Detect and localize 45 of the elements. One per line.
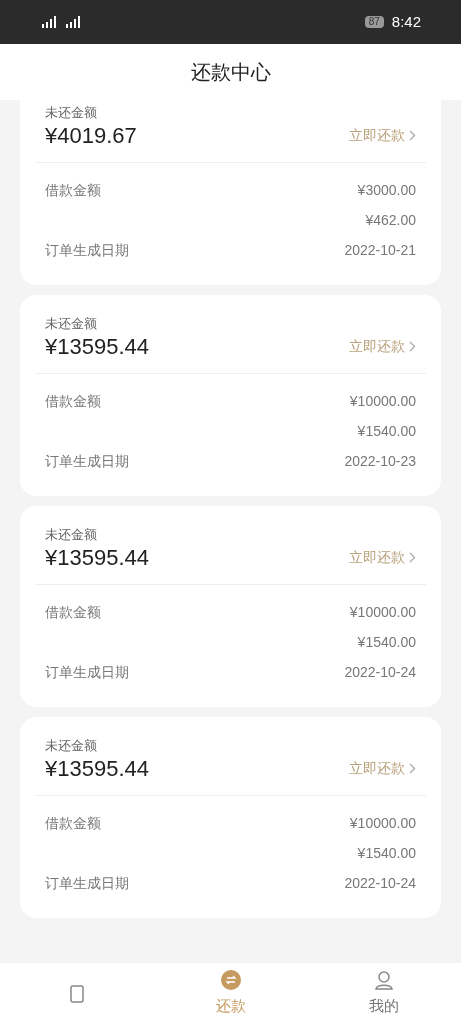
row-value: 2022-10-24 — [344, 662, 416, 682]
chevron-right-icon — [409, 552, 416, 563]
signal-icon — [64, 16, 80, 28]
row-value: 2022-10-24 — [344, 873, 416, 893]
row-value: 2022-10-23 — [344, 451, 416, 471]
tab-item[interactable]: 我的 — [307, 963, 461, 1024]
row-label: 订单生成日期 — [45, 873, 129, 893]
clock-time: 8:42 — [391, 11, 421, 32]
outstanding-label: 未还金额 — [45, 526, 98, 544]
outstanding-label: 未还金额 — [45, 104, 98, 122]
outstanding-amount: ¥13595.44 — [45, 544, 149, 572]
chevron-right-icon — [409, 763, 416, 774]
row-value: ¥10000.00 — [349, 391, 416, 411]
exchange-icon — [219, 969, 242, 992]
outstanding-amount: ¥13595.44 — [45, 755, 149, 783]
outstanding-label: 未还金额 — [45, 737, 98, 755]
chevron-right-icon — [409, 130, 416, 141]
row-label: 订单生成日期 — [45, 662, 129, 682]
pay-now-link[interactable]: 立即还款 — [349, 758, 416, 783]
row-value: ¥10000.00 — [349, 602, 416, 622]
row-value: ¥462.00 — [365, 210, 416, 230]
row-value: ¥10000.00 — [349, 813, 416, 833]
pay-now-link[interactable]: 立即还款 — [349, 336, 416, 361]
pay-now-link[interactable]: 立即还款 — [349, 125, 416, 150]
row-value: ¥1540.00 — [357, 632, 416, 652]
row-label: 借款金额 — [45, 391, 101, 411]
outstanding-amount: ¥13595.44 — [45, 333, 149, 361]
outstanding-amount: ¥4019.67 — [45, 122, 137, 150]
row-label: 借款金额 — [45, 602, 101, 622]
row-value: ¥1540.00 — [357, 421, 416, 441]
battery-level: 87 — [364, 16, 384, 28]
page-title: 还款中心 — [190, 60, 271, 85]
row-label: 订单生成日期 — [45, 451, 129, 471]
outstanding-label: 未还金额 — [45, 315, 98, 333]
row-label: 订单生成日期 — [45, 240, 129, 260]
pay-now-link[interactable]: 立即还款 — [349, 547, 416, 572]
chevron-right-icon — [409, 341, 416, 352]
row-value: 2022-10-21 — [344, 240, 416, 260]
row-value: ¥1540.00 — [357, 843, 416, 863]
tab-item[interactable]: 还款 — [153, 963, 308, 1024]
signal-icon — [40, 16, 56, 28]
row-value: ¥3000.00 — [357, 180, 416, 200]
row-label: 借款金额 — [45, 813, 101, 833]
row-label: 借款金额 — [45, 180, 101, 200]
person-icon — [373, 969, 396, 992]
